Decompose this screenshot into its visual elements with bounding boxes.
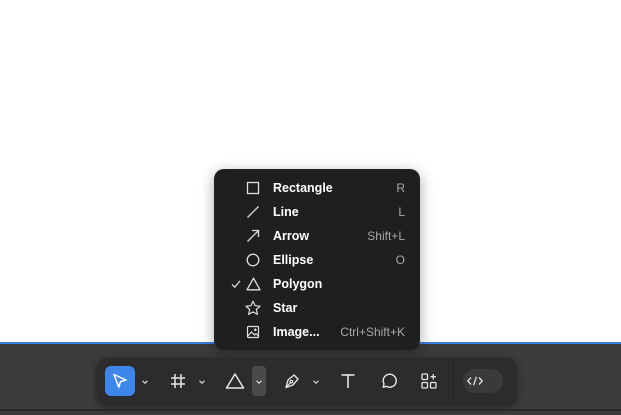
menu-item-shortcut: R	[396, 181, 405, 195]
arrow-icon	[245, 228, 261, 244]
menu-item-label: Arrow	[273, 229, 310, 243]
comment-tool-button[interactable]	[374, 366, 404, 396]
move-tool-dropdown[interactable]	[138, 366, 152, 396]
menu-item-label: Image...	[273, 325, 320, 339]
menu-item-shortcut: Shift+L	[367, 229, 405, 243]
menu-item-label: Rectangle	[273, 181, 333, 195]
image-icon	[245, 324, 261, 340]
menu-item-star[interactable]: Star	[214, 296, 420, 320]
polygon-icon	[245, 276, 261, 292]
pen-tool-button[interactable]	[277, 366, 307, 396]
cursor-icon	[111, 372, 129, 390]
chevron-down-icon	[255, 372, 263, 390]
menu-item-shortcut: L	[398, 205, 405, 219]
checkmark-icon	[230, 277, 242, 291]
comment-icon	[380, 372, 398, 390]
frame-tool-dropdown[interactable]	[195, 366, 209, 396]
dev-mode-toggle[interactable]	[463, 369, 503, 393]
shape-tool-button[interactable]	[220, 366, 250, 396]
menu-item-shortcut: O	[395, 253, 405, 267]
text-icon	[339, 372, 357, 390]
bottom-toolbar	[97, 358, 517, 404]
chevron-down-icon	[141, 372, 149, 390]
star-icon	[245, 300, 261, 316]
frame-tool-button[interactable]	[163, 366, 193, 396]
shape-tool-dropdown[interactable]	[252, 366, 266, 396]
line-icon	[245, 204, 261, 220]
shape-tools-menu: Rectangle R Line L Arrow Shift+L Ellipse…	[214, 169, 420, 350]
chevron-down-icon	[198, 372, 206, 390]
pen-tool-dropdown[interactable]	[309, 366, 323, 396]
actions-tool-button[interactable]	[414, 366, 444, 396]
triangle-icon	[225, 372, 245, 390]
toolbar-divider	[453, 358, 454, 404]
code-icon	[463, 369, 487, 393]
pen-icon	[283, 372, 301, 390]
menu-item-ellipse[interactable]: Ellipse O	[214, 248, 420, 272]
menu-item-line[interactable]: Line L	[214, 200, 420, 224]
menu-item-label: Line	[273, 205, 299, 219]
bottom-edge	[0, 409, 621, 411]
text-tool-button[interactable]	[333, 366, 363, 396]
actions-icon	[420, 372, 438, 390]
ellipse-icon	[245, 252, 261, 268]
move-tool-button[interactable]	[105, 366, 135, 396]
chevron-down-icon	[312, 372, 320, 390]
rectangle-icon	[245, 180, 261, 196]
hash-frame-icon	[169, 372, 187, 390]
menu-item-label: Polygon	[273, 277, 323, 291]
menu-item-arrow[interactable]: Arrow Shift+L	[214, 224, 420, 248]
menu-item-polygon[interactable]: Polygon	[214, 272, 420, 296]
menu-item-shortcut: Ctrl+Shift+K	[340, 325, 405, 339]
menu-item-rectangle[interactable]: Rectangle R	[214, 176, 420, 200]
menu-item-label: Ellipse	[273, 253, 314, 267]
menu-item-label: Star	[273, 301, 298, 315]
menu-item-image[interactable]: Image... Ctrl+Shift+K	[214, 320, 420, 344]
